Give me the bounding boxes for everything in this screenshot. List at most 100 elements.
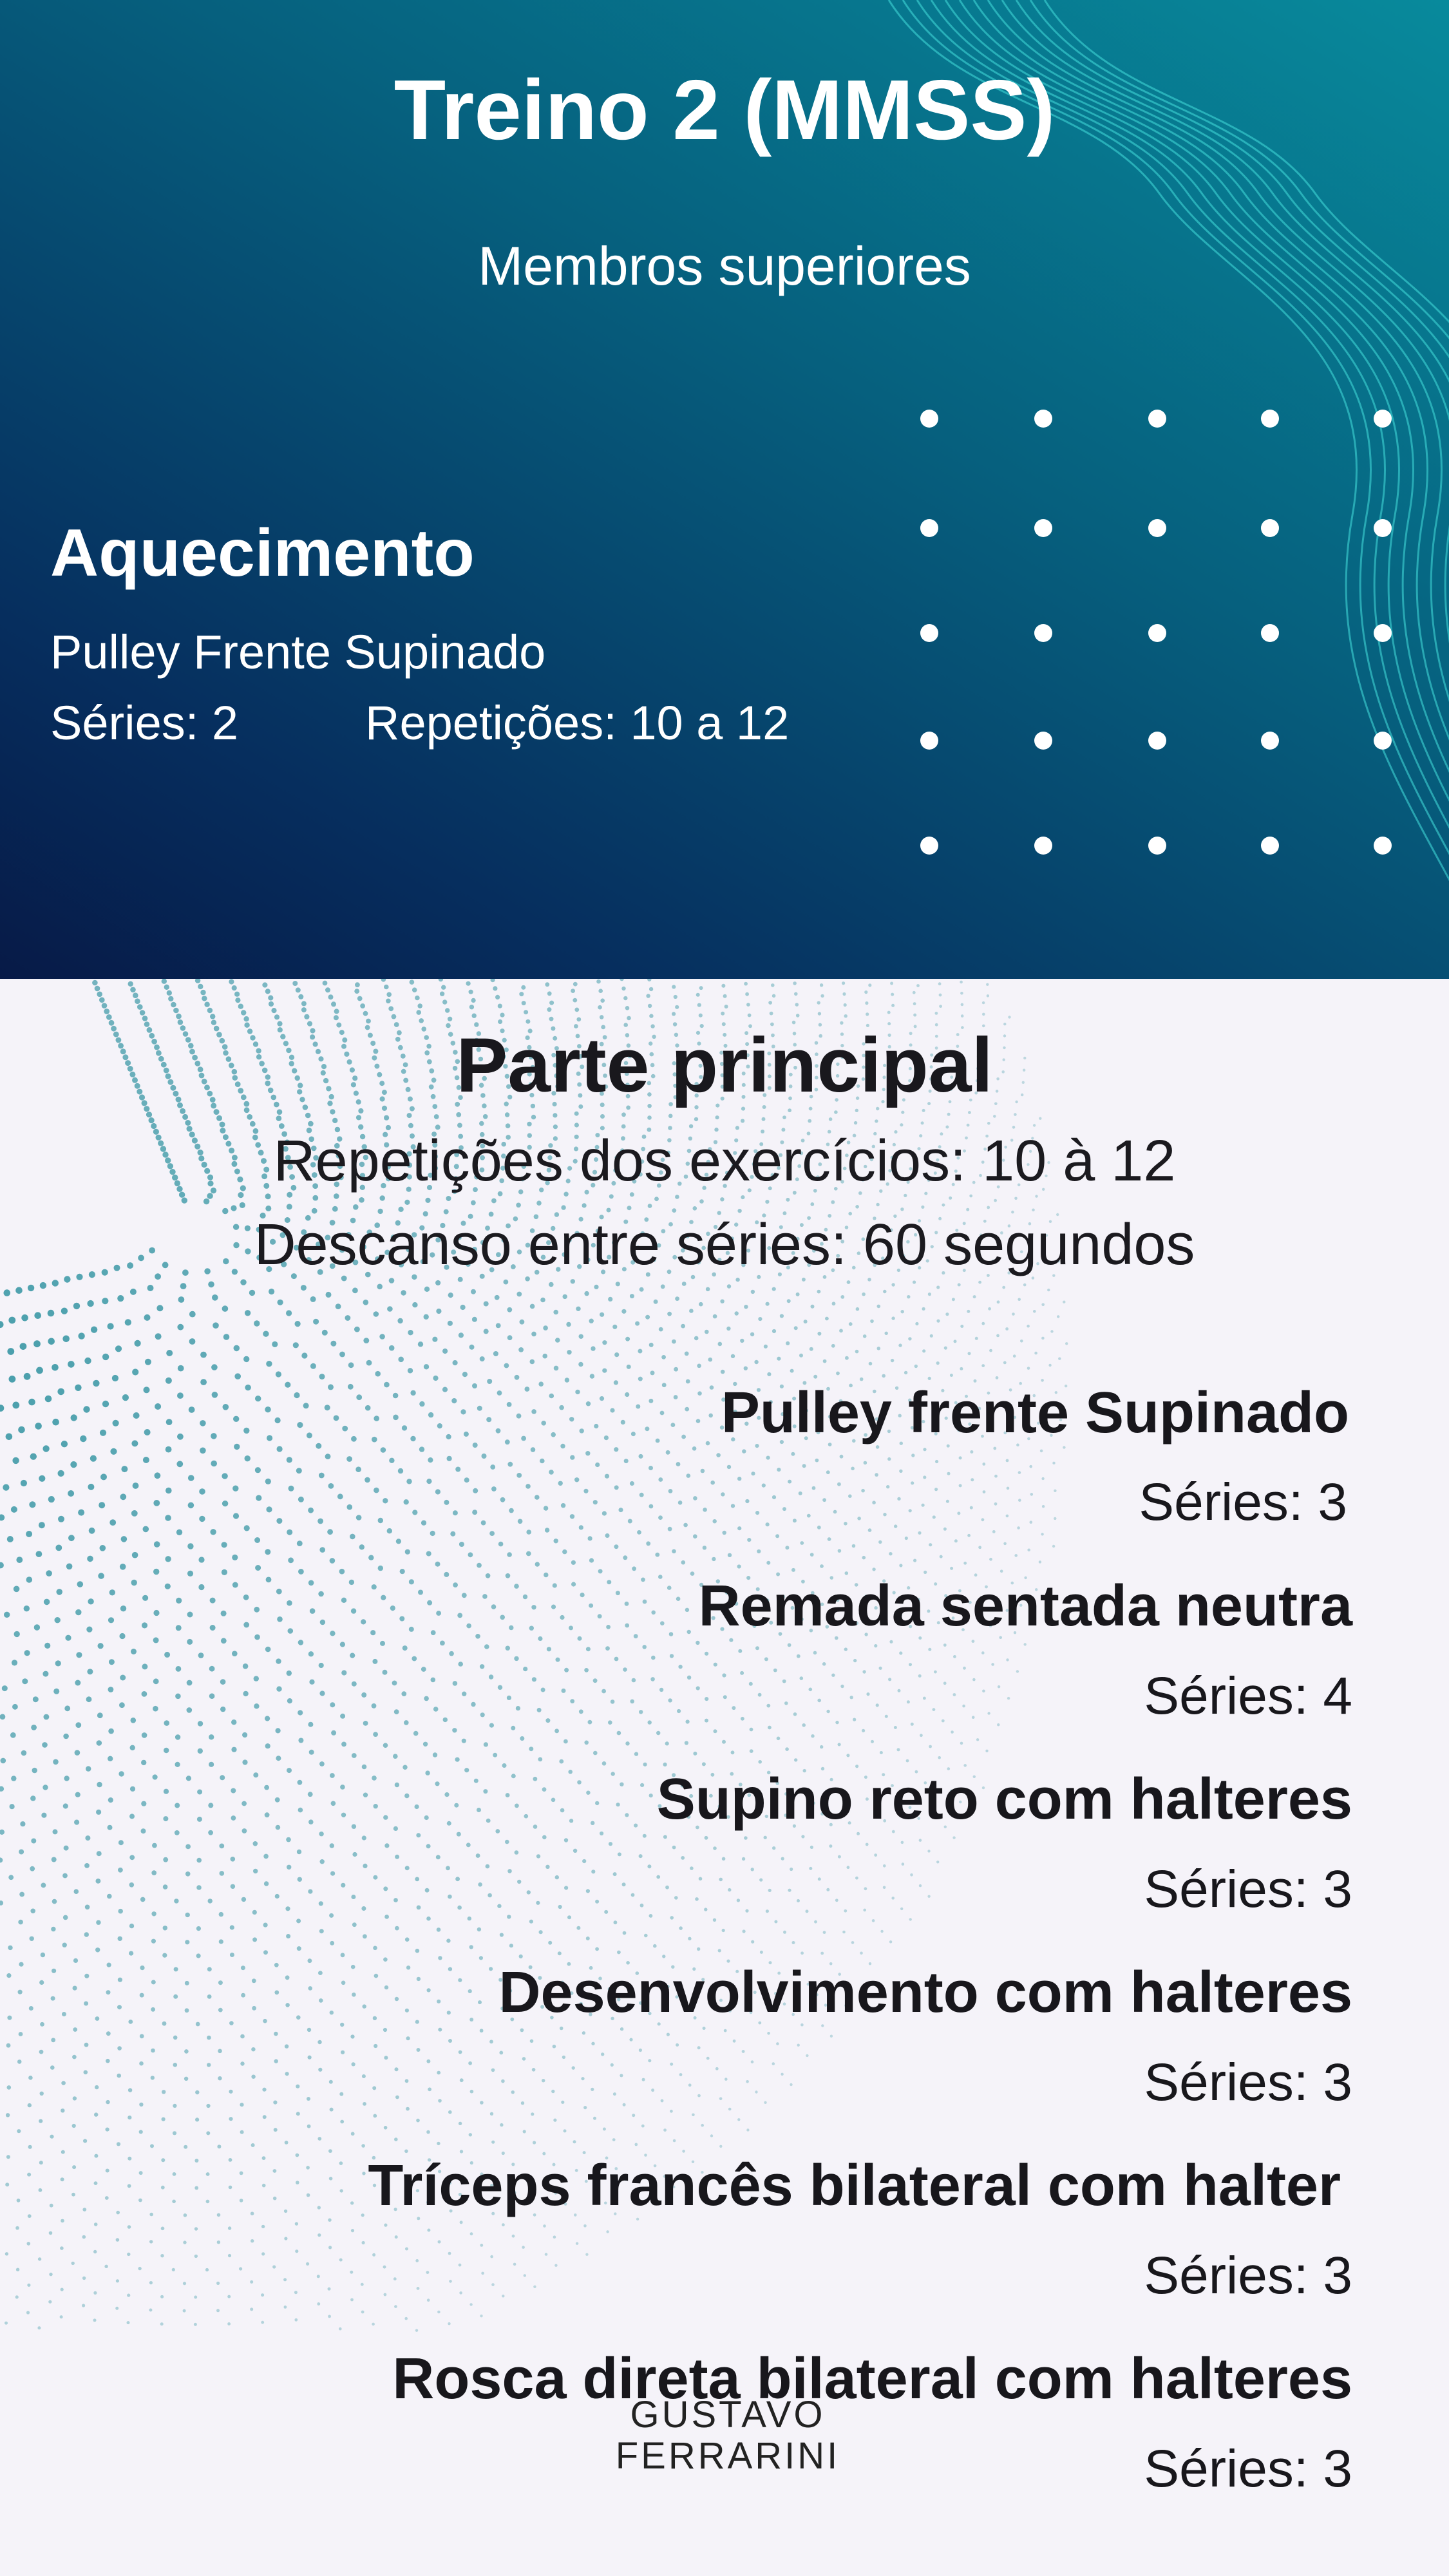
halftone-dot <box>555 1338 560 1343</box>
halftone-dot <box>274 1417 281 1424</box>
halftone-dot <box>441 985 446 990</box>
halftone-dot <box>459 2078 464 2083</box>
halftone-dot <box>658 1515 663 1520</box>
halftone-dot <box>674 1896 678 1900</box>
halftone-dot <box>705 1718 708 1723</box>
halftone-dot <box>511 2090 515 2094</box>
halftone-dot <box>66 1563 73 1570</box>
halftone-dot <box>350 2270 354 2274</box>
halftone-dot <box>883 1864 886 1868</box>
halftone-dot <box>316 2275 320 2278</box>
halftone-dot <box>779 1314 784 1318</box>
halftone-dot <box>994 1502 998 1506</box>
halftone-dot <box>377 1565 383 1571</box>
halftone-dot <box>242 1828 247 1833</box>
halftone-dot <box>122 1394 129 1401</box>
halftone-dot <box>437 2070 441 2075</box>
halftone-dot <box>276 1756 281 1761</box>
halftone-dot <box>185 1940 190 1945</box>
halftone-dot <box>149 2240 153 2244</box>
halftone-dot <box>97 991 102 998</box>
halftone-dot <box>330 1773 335 1778</box>
halftone-dot <box>765 1302 770 1306</box>
halftone-dot <box>17 1989 23 1994</box>
halftone-dot <box>56 1589 62 1595</box>
halftone-dot <box>811 1486 816 1490</box>
halftone-dot <box>798 1491 802 1495</box>
halftone-dot <box>883 1289 887 1294</box>
halftone-dot <box>287 1628 294 1634</box>
halftone-dot <box>294 1321 301 1327</box>
halftone-dot <box>520 2028 524 2032</box>
halftone-dot <box>842 981 846 985</box>
halftone-dot <box>64 1776 70 1781</box>
halftone-dot <box>493 986 498 991</box>
halftone-dot <box>327 2287 331 2291</box>
halftone-dot <box>591 2087 594 2091</box>
halftone-dot <box>741 1119 745 1123</box>
halftone-dot <box>632 1566 636 1571</box>
halftone-dot <box>296 1849 302 1855</box>
halftone-dot <box>988 1307 991 1311</box>
halftone-dot <box>576 1306 581 1311</box>
halftone-dot <box>862 1292 866 1296</box>
halftone-dot <box>264 1812 270 1818</box>
halftone-dot <box>650 1677 655 1681</box>
halftone-dot <box>319 1761 325 1766</box>
halftone-dot <box>490 979 495 983</box>
halftone-dot <box>193 2322 197 2326</box>
halftone-dot <box>888 1678 892 1681</box>
halftone-dot <box>374 1416 379 1421</box>
halftone-dot <box>286 1934 291 1938</box>
halftone-dot <box>1041 1505 1045 1508</box>
halftone-dot <box>697 2094 701 2098</box>
halftone-dot <box>87 1669 93 1675</box>
halftone-dot <box>831 1343 835 1348</box>
halftone-dot <box>331 1001 336 1007</box>
halftone-dot <box>727 1553 732 1557</box>
halftone-dot <box>62 1335 70 1343</box>
halftone-dot <box>1014 1554 1018 1557</box>
halftone-dot <box>705 1287 710 1292</box>
halftone-dot <box>84 1863 90 1868</box>
halftone-dot <box>560 1503 566 1508</box>
halftone-dot <box>909 1918 912 1921</box>
halftone-dot <box>360 1003 365 1009</box>
halftone-dot <box>174 1899 179 1904</box>
halftone-dot <box>698 1013 703 1018</box>
halftone-dot <box>699 1302 703 1307</box>
halftone-dot <box>28 2006 33 2011</box>
halftone-dot <box>239 2199 243 2202</box>
halftone-dot <box>661 1355 666 1359</box>
halftone-dot <box>408 1579 415 1585</box>
halftone-dot <box>772 1287 776 1291</box>
halftone-dot <box>548 1940 553 1945</box>
halftone-dot <box>361 1835 366 1841</box>
halftone-dot <box>384 1843 390 1848</box>
halftone-dot <box>350 2034 355 2039</box>
halftone-dot <box>48 2300 52 2304</box>
halftone-dot <box>379 1195 385 1201</box>
halftone-dot <box>243 1622 250 1628</box>
halftone-dot <box>791 1452 795 1456</box>
halftone-dot <box>822 1662 826 1666</box>
halftone-dot <box>690 1866 694 1870</box>
halftone-dot <box>502 2295 505 2298</box>
halftone-dot <box>458 1332 464 1338</box>
halftone-dot <box>23 1372 31 1380</box>
halftone-dot <box>478 1882 482 1887</box>
halftone-dot <box>208 1281 214 1288</box>
halftone-dot <box>489 1967 493 1971</box>
halftone-dot <box>966 1123 970 1127</box>
halftone-dot <box>776 1736 781 1741</box>
halftone-dot <box>960 1367 963 1370</box>
halftone-dot <box>327 1529 333 1535</box>
halftone-dot <box>424 1815 429 1821</box>
halftone-dot <box>604 1909 609 1914</box>
grid-dot <box>1374 732 1392 750</box>
halftone-dot <box>401 1290 406 1296</box>
brand-name-last: FERRARINI <box>615 2435 840 2477</box>
halftone-dot <box>913 1013 917 1017</box>
halftone-dot <box>708 1413 713 1418</box>
halftone-dot <box>457 1613 463 1618</box>
